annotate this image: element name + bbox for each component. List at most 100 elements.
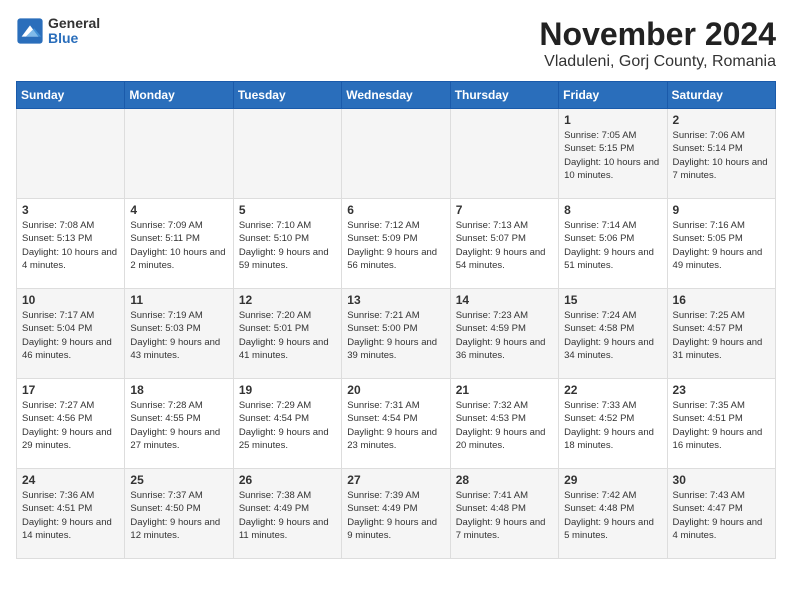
day-info: Sunrise: 7:20 AM Sunset: 5:01 PM Dayligh…: [239, 309, 336, 362]
day-info: Sunrise: 7:06 AM Sunset: 5:14 PM Dayligh…: [673, 129, 770, 182]
day-number: 27: [347, 473, 444, 487]
day-info: Sunrise: 7:10 AM Sunset: 5:10 PM Dayligh…: [239, 219, 336, 272]
day-info: Sunrise: 7:31 AM Sunset: 4:54 PM Dayligh…: [347, 399, 444, 452]
page-header: General Blue November 2024 Vladuleni, Go…: [16, 16, 776, 71]
calendar-cell: 7 Sunrise: 7:13 AM Sunset: 5:07 PM Daylig…: [450, 199, 558, 289]
day-number: 19: [239, 383, 336, 397]
day-info: Sunrise: 7:25 AM Sunset: 4:57 PM Dayligh…: [673, 309, 770, 362]
day-number: 15: [564, 293, 661, 307]
day-number: 2: [673, 113, 770, 127]
day-number: 24: [22, 473, 119, 487]
day-header-wednesday: Wednesday: [342, 82, 450, 109]
calendar-cell: 13 Sunrise: 7:21 AM Sunset: 5:00 PM Dayli…: [342, 289, 450, 379]
day-number: 5: [239, 203, 336, 217]
day-info: Sunrise: 7:13 AM Sunset: 5:07 PM Dayligh…: [456, 219, 553, 272]
calendar-cell: 24 Sunrise: 7:36 AM Sunset: 4:51 PM Dayli…: [17, 469, 125, 559]
day-number: 6: [347, 203, 444, 217]
day-header-sunday: Sunday: [17, 82, 125, 109]
calendar-cell: 16 Sunrise: 7:25 AM Sunset: 4:57 PM Dayli…: [667, 289, 775, 379]
day-number: 10: [22, 293, 119, 307]
logo-blue: Blue: [48, 31, 100, 46]
logo-general: General: [48, 16, 100, 31]
calendar-cell: [450, 109, 558, 199]
calendar-cell: 18 Sunrise: 7:28 AM Sunset: 4:55 PM Dayli…: [125, 379, 233, 469]
calendar-week-1: 1 Sunrise: 7:05 AM Sunset: 5:15 PM Daylig…: [17, 109, 776, 199]
calendar-cell: [125, 109, 233, 199]
calendar-cell: 20 Sunrise: 7:31 AM Sunset: 4:54 PM Dayli…: [342, 379, 450, 469]
calendar-cell: 25Sunrise: 7:37 AM Sunset: 4:50 PM Dayli…: [125, 469, 233, 559]
calendar-cell: 3 Sunrise: 7:08 AM Sunset: 5:13 PM Daylig…: [17, 199, 125, 289]
day-number: 18: [130, 383, 227, 397]
day-info: Sunrise: 7:28 AM Sunset: 4:55 PM Dayligh…: [130, 399, 227, 452]
day-number: 1: [564, 113, 661, 127]
day-info: Sunrise: 7:08 AM Sunset: 5:13 PM Dayligh…: [22, 219, 119, 272]
calendar-week-3: 10 Sunrise: 7:17 AM Sunset: 5:04 PM Dayli…: [17, 289, 776, 379]
day-number: 3: [22, 203, 119, 217]
day-info: Sunrise: 7:14 AM Sunset: 5:06 PM Dayligh…: [564, 219, 661, 272]
day-info: Sunrise: 7:24 AM Sunset: 4:58 PM Dayligh…: [564, 309, 661, 362]
calendar-cell: 4Sunrise: 7:09 AM Sunset: 5:11 PM Daylig…: [125, 199, 233, 289]
day-info: Sunrise: 7:43 AM Sunset: 4:47 PM Dayligh…: [673, 489, 770, 542]
day-number: 30: [673, 473, 770, 487]
day-number: 12: [239, 293, 336, 307]
day-number: 17: [22, 383, 119, 397]
title-block: November 2024 Vladuleni, Gorj County, Ro…: [539, 16, 776, 71]
calendar-cell: 5 Sunrise: 7:10 AM Sunset: 5:10 PM Daylig…: [233, 199, 341, 289]
day-number: 29: [564, 473, 661, 487]
day-info: Sunrise: 7:12 AM Sunset: 5:09 PM Dayligh…: [347, 219, 444, 272]
day-info: Sunrise: 7:36 AM Sunset: 4:51 PM Dayligh…: [22, 489, 119, 542]
day-info: Sunrise: 7:09 AM Sunset: 5:11 PM Dayligh…: [130, 219, 227, 272]
day-info: Sunrise: 7:29 AM Sunset: 4:54 PM Dayligh…: [239, 399, 336, 452]
calendar-cell: 17Sunrise: 7:27 AM Sunset: 4:56 PM Dayli…: [17, 379, 125, 469]
day-info: Sunrise: 7:32 AM Sunset: 4:53 PM Dayligh…: [456, 399, 553, 452]
day-header-thursday: Thursday: [450, 82, 558, 109]
calendar-cell: 10 Sunrise: 7:17 AM Sunset: 5:04 PM Dayli…: [17, 289, 125, 379]
day-number: 8: [564, 203, 661, 217]
calendar-cell: 26 Sunrise: 7:38 AM Sunset: 4:49 PM Dayli…: [233, 469, 341, 559]
day-info: Sunrise: 7:35 AM Sunset: 4:51 PM Dayligh…: [673, 399, 770, 452]
calendar-cell: 14 Sunrise: 7:23 AM Sunset: 4:59 PM Dayli…: [450, 289, 558, 379]
calendar-cell: [17, 109, 125, 199]
day-number: 7: [456, 203, 553, 217]
calendar-header-row: SundayMondayTuesdayWednesdayThursdayFrid…: [17, 82, 776, 109]
day-info: Sunrise: 7:05 AM Sunset: 5:15 PM Dayligh…: [564, 129, 661, 182]
day-header-monday: Monday: [125, 82, 233, 109]
day-number: 20: [347, 383, 444, 397]
calendar-table: SundayMondayTuesdayWednesdayThursdayFrid…: [16, 81, 776, 559]
calendar-cell: 23 Sunrise: 7:35 AM Sunset: 4:51 PM Dayli…: [667, 379, 775, 469]
calendar-cell: 27 Sunrise: 7:39 AM Sunset: 4:49 PM Dayli…: [342, 469, 450, 559]
day-number: 9: [673, 203, 770, 217]
calendar-cell: 28 Sunrise: 7:41 AM Sunset: 4:48 PM Dayli…: [450, 469, 558, 559]
day-number: 26: [239, 473, 336, 487]
calendar-subtitle: Vladuleni, Gorj County, Romania: [539, 53, 776, 71]
day-number: 25: [130, 473, 227, 487]
calendar-cell: [342, 109, 450, 199]
day-number: 22: [564, 383, 661, 397]
logo-icon: [16, 17, 44, 45]
calendar-cell: 30 Sunrise: 7:43 AM Sunset: 4:47 PM Dayli…: [667, 469, 775, 559]
calendar-cell: 22Sunrise: 7:33 AM Sunset: 4:52 PM Dayli…: [559, 379, 667, 469]
calendar-cell: 11Sunrise: 7:19 AM Sunset: 5:03 PM Dayli…: [125, 289, 233, 379]
day-info: Sunrise: 7:23 AM Sunset: 4:59 PM Dayligh…: [456, 309, 553, 362]
calendar-cell: 29Sunrise: 7:42 AM Sunset: 4:48 PM Dayli…: [559, 469, 667, 559]
logo-text: General Blue: [48, 16, 100, 47]
calendar-cell: 1 Sunrise: 7:05 AM Sunset: 5:15 PM Daylig…: [559, 109, 667, 199]
day-info: Sunrise: 7:17 AM Sunset: 5:04 PM Dayligh…: [22, 309, 119, 362]
day-number: 14: [456, 293, 553, 307]
day-info: Sunrise: 7:41 AM Sunset: 4:48 PM Dayligh…: [456, 489, 553, 542]
calendar-cell: 6 Sunrise: 7:12 AM Sunset: 5:09 PM Daylig…: [342, 199, 450, 289]
day-header-saturday: Saturday: [667, 82, 775, 109]
day-number: 21: [456, 383, 553, 397]
day-info: Sunrise: 7:39 AM Sunset: 4:49 PM Dayligh…: [347, 489, 444, 542]
day-number: 13: [347, 293, 444, 307]
day-number: 28: [456, 473, 553, 487]
day-info: Sunrise: 7:21 AM Sunset: 5:00 PM Dayligh…: [347, 309, 444, 362]
day-number: 23: [673, 383, 770, 397]
logo: General Blue: [16, 16, 100, 47]
calendar-cell: 21 Sunrise: 7:32 AM Sunset: 4:53 PM Dayli…: [450, 379, 558, 469]
day-number: 16: [673, 293, 770, 307]
calendar-cell: [233, 109, 341, 199]
calendar-week-4: 17Sunrise: 7:27 AM Sunset: 4:56 PM Dayli…: [17, 379, 776, 469]
day-info: Sunrise: 7:38 AM Sunset: 4:49 PM Dayligh…: [239, 489, 336, 542]
calendar-week-5: 24 Sunrise: 7:36 AM Sunset: 4:51 PM Dayli…: [17, 469, 776, 559]
